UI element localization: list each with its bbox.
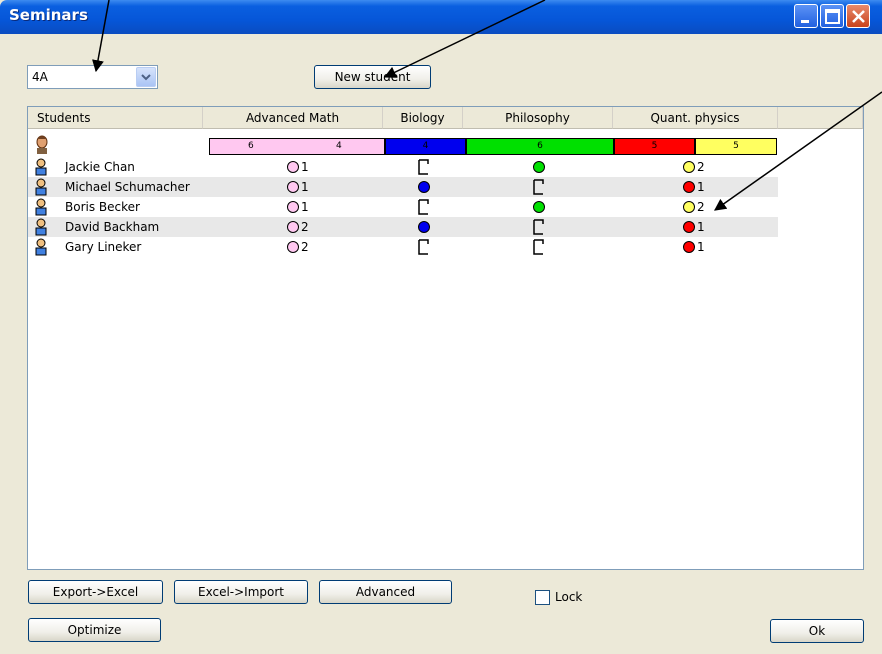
quant-physics-circle[interactable] [683, 221, 695, 233]
optimize-button[interactable]: Optimize [28, 618, 161, 642]
advanced-math-circle[interactable] [287, 201, 299, 213]
biology-circle[interactable] [418, 181, 430, 193]
student-name: David Backham [65, 220, 160, 234]
advanced-button[interactable]: Advanced [319, 580, 452, 604]
quant-physics-count: 1 [697, 180, 705, 194]
biology-bracket-icon[interactable] [418, 199, 430, 215]
philosophy-capacity-bar: 6 [466, 138, 614, 155]
column-header-advanced-math[interactable]: Advanced Math [203, 107, 383, 129]
student-icon [35, 218, 47, 236]
student-icon [35, 178, 47, 196]
philosophy-bracket-icon[interactable] [533, 179, 545, 195]
quant-physics-circle[interactable] [683, 201, 695, 213]
teacher-icon [36, 135, 48, 154]
quant-physics-circle[interactable] [683, 181, 695, 193]
advanced-math-capacity-1: 6 [248, 141, 254, 151]
quant-physics-count: 2 [697, 200, 705, 214]
student-row[interactable]: Gary Lineker 2 1 [28, 237, 778, 257]
minimize-icon [801, 20, 809, 23]
philosophy-bracket-icon[interactable] [533, 219, 545, 235]
quant-physics-circle[interactable] [683, 241, 695, 253]
lock-checkbox[interactable] [535, 590, 550, 605]
student-name: Gary Lineker [65, 240, 142, 254]
seminars-window: Seminars 4A New student Students Advance… [0, 0, 882, 654]
ok-button[interactable]: Ok [770, 619, 864, 643]
advanced-math-count: 1 [301, 160, 309, 174]
advanced-math-circle[interactable] [287, 161, 299, 173]
advanced-math-capacity-2: 4 [336, 141, 342, 151]
column-header-biology[interactable]: Biology [383, 107, 463, 129]
student-row[interactable]: Jackie Chan 1 2 [28, 157, 778, 177]
quant-physics-capacity-2: 5 [733, 141, 739, 151]
student-row[interactable]: Boris Becker 1 2 [28, 197, 778, 217]
quant-physics-capacity-bar-1: 5 [614, 138, 695, 155]
quant-physics-circle[interactable] [683, 161, 695, 173]
biology-circle[interactable] [418, 221, 430, 233]
advanced-math-count: 2 [301, 240, 309, 254]
excel-import-button[interactable]: Excel->Import [174, 580, 308, 604]
column-header-students[interactable]: Students [28, 107, 203, 129]
biology-bracket-icon[interactable] [418, 239, 430, 255]
chevron-down-icon [141, 74, 151, 81]
advanced-math-circle[interactable] [287, 221, 299, 233]
quant-physics-capacity-1: 5 [651, 141, 658, 151]
column-header-filler [778, 107, 863, 129]
close-icon [852, 10, 865, 23]
student-icon [35, 158, 47, 176]
advanced-math-circle[interactable] [287, 241, 299, 253]
minimize-button[interactable] [794, 4, 818, 28]
window-title: Seminars [9, 6, 88, 24]
student-icon [35, 198, 47, 216]
advanced-math-count: 1 [301, 200, 309, 214]
advanced-math-count: 1 [301, 180, 309, 194]
quant-physics-capacity-bar-2: 5 [695, 138, 777, 155]
lock-label: Lock [555, 590, 583, 604]
student-name: Boris Becker [65, 200, 140, 214]
close-button[interactable] [846, 4, 870, 28]
philosophy-capacity: 6 [537, 141, 543, 151]
philosophy-bracket-icon[interactable] [533, 239, 545, 255]
column-header-philosophy[interactable]: Philosophy [463, 107, 613, 129]
dropdown-button[interactable] [136, 67, 156, 87]
title-bar[interactable]: Seminars [0, 0, 882, 34]
column-header-quant-physics[interactable]: Quant. physics [613, 107, 778, 129]
student-name: Michael Schumacher [65, 180, 190, 194]
maximize-button[interactable] [820, 4, 844, 28]
biology-capacity-bar: 4 [385, 138, 466, 155]
student-icon [35, 238, 47, 256]
quant-physics-count: 1 [697, 240, 705, 254]
student-row[interactable]: Michael Schumacher 1 1 [28, 177, 778, 197]
class-select[interactable]: 4A [27, 65, 158, 89]
philosophy-circle[interactable] [533, 201, 545, 213]
advanced-math-capacity-bar: 6 4 [209, 138, 385, 155]
new-student-button[interactable]: New student [314, 65, 431, 89]
biology-bracket-icon[interactable] [418, 159, 430, 175]
advanced-math-count: 2 [301, 220, 309, 234]
philosophy-circle[interactable] [533, 161, 545, 173]
maximize-icon [825, 9, 840, 24]
quant-physics-count: 1 [697, 220, 705, 234]
quant-physics-count: 2 [697, 160, 705, 174]
advanced-math-circle[interactable] [287, 181, 299, 193]
export-excel-button[interactable]: Export->Excel [28, 580, 163, 604]
seminar-grid[interactable]: Students Advanced Math Biology Philosoph… [27, 106, 864, 570]
biology-capacity: 4 [422, 141, 429, 151]
student-row[interactable]: David Backham 2 1 [28, 217, 778, 237]
class-select-value: 4A [32, 70, 48, 84]
student-name: Jackie Chan [65, 160, 135, 174]
